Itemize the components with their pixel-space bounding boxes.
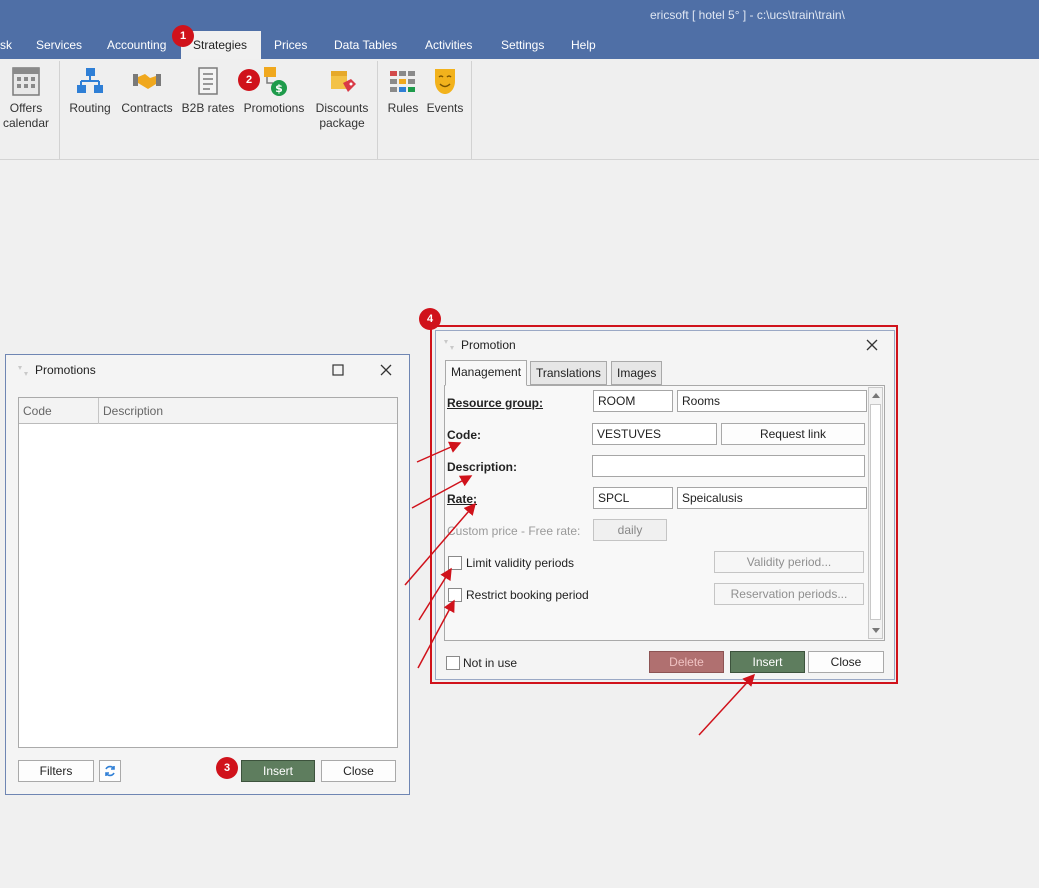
maximize-icon[interactable] xyxy=(332,364,344,376)
ribbon-offers-calendar[interactable]: Offers calendar xyxy=(0,65,52,131)
ribbon-label: Routing xyxy=(69,101,111,115)
resource-group-label[interactable]: Resource group: xyxy=(447,396,543,410)
ribbon-b2b-rates[interactable]: B2B rates xyxy=(180,65,236,116)
scroll-down-icon[interactable] xyxy=(871,627,881,635)
ribbon-label: B2B rates xyxy=(181,101,235,115)
insert-button[interactable]: Insert xyxy=(730,651,805,673)
step-badge-1: 1 xyxy=(172,25,194,47)
ribbon: Offers calendar Routing Contracts B2B ra… xyxy=(0,59,1039,160)
custom-price-label: Custom price - Free rate: xyxy=(447,524,581,538)
ribbon-label: Discounts xyxy=(315,101,369,115)
promotion-money-icon: $ xyxy=(264,67,287,96)
validity-period-button[interactable]: Validity period... xyxy=(714,551,864,573)
step-badge-4: 4 xyxy=(419,308,441,330)
scrollbar-thumb[interactable] xyxy=(870,404,881,620)
code-label: Code: xyxy=(447,428,481,442)
custom-price-field: daily xyxy=(593,519,667,541)
request-link-button[interactable]: Request link xyxy=(721,423,865,445)
menu-item-data-tables[interactable]: Data Tables xyxy=(326,31,405,59)
menu-item-help[interactable]: Help xyxy=(563,31,604,59)
window-title: Promotions xyxy=(35,363,96,377)
tab-management[interactable]: Management xyxy=(445,360,528,386)
description-label: Description: xyxy=(447,460,518,474)
limit-validity-label[interactable]: Limit validity periods xyxy=(466,556,574,570)
promotion-app-icon xyxy=(444,340,454,350)
promotion-app-icon xyxy=(18,366,28,376)
vertical-scrollbar[interactable] xyxy=(868,387,883,639)
restrict-booking-checkbox[interactable] xyxy=(448,588,462,602)
ribbon-discounts-package[interactable]: Discounts package xyxy=(312,65,372,131)
ribbon-separator xyxy=(471,61,472,159)
ribbon-rules[interactable]: Rules xyxy=(384,65,422,116)
close-button[interactable]: Close xyxy=(808,651,884,673)
scroll-up-icon[interactable] xyxy=(871,391,881,399)
close-button[interactable]: Close xyxy=(321,760,396,782)
rate-name-field[interactable]: Speicalusis xyxy=(677,487,867,509)
theater-mask-icon xyxy=(435,69,455,94)
resource-group-code-field[interactable]: ROOM xyxy=(593,390,673,412)
ribbon-label: Rules xyxy=(387,101,419,115)
menu-item-prices[interactable]: Prices xyxy=(266,31,315,59)
promotions-window: Promotions Code Description Filters Inse… xyxy=(5,354,410,795)
ribbon-label: Offers xyxy=(9,101,43,115)
tab-translations[interactable]: Translations xyxy=(530,361,607,385)
handshake-icon xyxy=(133,74,161,89)
ribbon-separator xyxy=(377,61,378,159)
document-icon xyxy=(198,67,218,95)
svg-text:$: $ xyxy=(275,82,283,95)
tab-images[interactable]: Images xyxy=(611,361,663,385)
description-field[interactable] xyxy=(592,455,865,477)
close-icon[interactable] xyxy=(380,364,392,376)
ribbon-routing[interactable]: Routing xyxy=(66,65,114,116)
ribbon-label: Events xyxy=(426,101,464,115)
insert-button[interactable]: Insert xyxy=(241,760,315,782)
code-field[interactable]: VESTUVES xyxy=(592,423,717,445)
calendar-icon xyxy=(12,67,40,96)
menu-item-settings[interactable]: Settings xyxy=(493,31,552,59)
menu-item-activities[interactable]: Activities xyxy=(417,31,480,59)
close-icon[interactable] xyxy=(866,339,878,351)
step-badge-2: 2 xyxy=(238,69,260,91)
hierarchy-icon xyxy=(77,68,103,93)
menu-item-services[interactable]: Services xyxy=(28,31,90,59)
reservation-periods-button[interactable]: Reservation periods... xyxy=(714,583,864,605)
ribbon-label: calendar xyxy=(2,116,50,130)
column-header-description[interactable]: Description xyxy=(99,398,397,424)
tagged-package-icon xyxy=(331,71,356,92)
refresh-icon xyxy=(105,765,115,777)
dialog-title: Promotion xyxy=(461,338,516,352)
limit-validity-checkbox[interactable] xyxy=(448,556,462,570)
window-title: ericsoft [ hotel 5° ] - c:\ucs\train\tra… xyxy=(650,8,845,22)
rate-code-field[interactable]: SPCL xyxy=(593,487,673,509)
not-in-use-checkbox[interactable] xyxy=(446,656,460,670)
menu-item-accounting[interactable]: Accounting xyxy=(99,31,174,59)
refresh-button[interactable] xyxy=(99,760,121,782)
promotions-table[interactable]: Code Description xyxy=(18,397,398,748)
ribbon-events[interactable]: Events xyxy=(424,65,466,116)
ribbon-label: Contracts xyxy=(121,101,173,115)
not-in-use-label[interactable]: Not in use xyxy=(463,656,517,670)
column-header-code[interactable]: Code xyxy=(19,398,99,424)
ribbon-contracts[interactable]: Contracts xyxy=(119,65,175,116)
ribbon-label: Promotions xyxy=(243,101,305,115)
ribbon-label: package xyxy=(319,116,365,130)
filters-button[interactable]: Filters xyxy=(18,760,94,782)
ribbon-separator xyxy=(59,61,60,159)
resource-group-name-field[interactable]: Rooms xyxy=(677,390,867,412)
table-header: Code Description xyxy=(19,398,397,424)
rules-grid-icon xyxy=(390,71,415,92)
delete-button[interactable]: Delete xyxy=(649,651,724,673)
restrict-booking-label[interactable]: Restrict booking period xyxy=(466,588,589,602)
rate-label[interactable]: Rate: xyxy=(447,492,477,506)
step-badge-3: 3 xyxy=(216,757,238,779)
menu-item-desk[interactable]: sk xyxy=(0,31,20,59)
